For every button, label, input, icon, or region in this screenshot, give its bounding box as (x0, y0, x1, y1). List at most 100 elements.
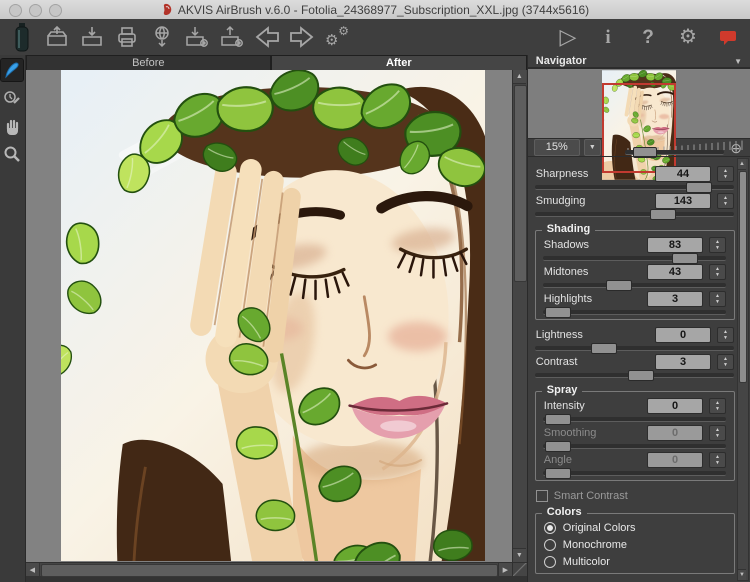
close-window-button[interactable] (9, 4, 22, 17)
smoothing-stepper: ▲▼ (709, 425, 726, 441)
intensity-value-input[interactable]: 0 (647, 398, 703, 414)
feedback-bubble-icon (719, 29, 737, 45)
slider-handle[interactable] (628, 370, 654, 381)
arrow-down-icon: ▼ (739, 572, 745, 578)
scroll-left-button[interactable]: ◀ (26, 563, 40, 576)
angle-slider (543, 471, 726, 476)
zoom-level-combo[interactable]: 15% (534, 139, 580, 156)
smoothing-value-input: 0 (647, 425, 703, 441)
scroll-right-button[interactable]: ▶ (498, 563, 512, 576)
multicolor-radio[interactable] (544, 556, 556, 568)
stepper-up-icon: ▲ (723, 330, 728, 335)
tool-history-brush[interactable] (1, 87, 23, 109)
intensity-stepper[interactable]: ▲▼ (709, 398, 726, 414)
scroll-up-button[interactable]: ▲ (513, 70, 526, 84)
param-label: Intensity (544, 400, 585, 412)
angle-stepper: ▲▼ (709, 452, 726, 468)
help-button[interactable]: ? (634, 23, 662, 51)
highlights-slider[interactable] (543, 310, 726, 315)
sharpness-stepper[interactable]: ▲▼ (717, 166, 734, 182)
minimize-window-button[interactable] (29, 4, 42, 17)
param-highlights: Highlights 3 ▲▼ (542, 290, 728, 317)
lightness-value-input[interactable]: 0 (655, 327, 711, 343)
resize-corner[interactable] (512, 562, 527, 576)
smudging-slider[interactable] (535, 212, 734, 217)
smart-contrast-checkbox[interactable] (536, 490, 548, 502)
smudging-value-input[interactable]: 143 (655, 193, 711, 209)
print-button[interactable] (113, 23, 141, 51)
titlebar[interactable]: AKVIS AirBrush v.6.0 - Fotolia_24368977_… (0, 0, 750, 20)
navigator-collapse-icon[interactable]: ▼ (734, 57, 742, 66)
canvas-row: ▲ ▼ (26, 70, 527, 562)
preferences-button[interactable]: ⚙ (674, 23, 702, 51)
zoom-combo-dropdown[interactable]: ▼ (584, 139, 601, 156)
monochrome-radio[interactable] (544, 539, 556, 551)
contrast-slider[interactable] (535, 373, 734, 378)
export-presets-button[interactable] (218, 23, 246, 51)
vertical-scrollbar[interactable]: ▲ ▼ (512, 70, 527, 562)
hand-icon (3, 117, 21, 135)
import-presets-button[interactable] (183, 23, 211, 51)
slider-handle[interactable] (545, 307, 571, 318)
panel-scrollbar[interactable]: ▲ ▼ (737, 158, 749, 581)
colors-group: Colors Original Colors Monochrome Multic… (535, 513, 735, 574)
app-logo-spray-can-icon (8, 23, 36, 51)
sharpness-slider[interactable] (535, 185, 734, 190)
shadows-value-input[interactable]: 83 (647, 237, 703, 253)
horizontal-scrollbar[interactable]: ◀ ▶ (26, 562, 512, 576)
sharpness-value-input[interactable]: 44 (655, 166, 711, 182)
contrast-stepper[interactable]: ▲▼ (717, 354, 734, 370)
image-canvas[interactable] (26, 70, 512, 562)
highlights-stepper[interactable]: ▲▼ (709, 291, 726, 307)
redo-button[interactable] (288, 23, 316, 51)
zoom-slider[interactable] (625, 140, 725, 156)
window-title-area: AKVIS AirBrush v.6.0 - Fotolia_24368977_… (161, 3, 589, 17)
midtones-value-input[interactable]: 43 (647, 264, 703, 280)
lightness-stepper[interactable]: ▲▼ (717, 327, 734, 343)
feedback-button[interactable] (714, 23, 742, 51)
zoom-slider-track[interactable] (625, 150, 725, 155)
traffic-lights[interactable] (9, 4, 62, 17)
lightness-slider[interactable] (535, 346, 734, 351)
shadows-stepper[interactable]: ▲▼ (709, 237, 726, 253)
stepper-up-icon: ▲ (723, 196, 728, 201)
tab-after[interactable]: After (271, 55, 527, 70)
stepper-up-icon: ▲ (723, 169, 728, 174)
scroll-down-button[interactable]: ▼ (513, 548, 526, 562)
about-button[interactable]: i (594, 23, 622, 51)
info-icon: i (605, 28, 610, 47)
stepper-down-icon: ▼ (723, 202, 728, 207)
open-image-button[interactable] (43, 23, 71, 51)
panel-scroll-up-button[interactable]: ▲ (738, 159, 746, 170)
tool-smart-brush[interactable] (1, 59, 23, 81)
tool-zoom[interactable] (1, 143, 23, 165)
share-web-button[interactable] (148, 23, 176, 51)
contrast-value-input[interactable]: 3 (655, 354, 711, 370)
smudging-stepper[interactable]: ▲▼ (717, 193, 734, 209)
batch-processing-button[interactable]: ⚙ ⚙ (323, 23, 351, 51)
navigator-preview[interactable] (528, 68, 750, 139)
navigator-header[interactable]: Navigator ▼ (528, 55, 750, 68)
shadows-slider[interactable] (543, 256, 726, 261)
zoom-window-button[interactable] (49, 4, 62, 17)
save-image-button[interactable] (78, 23, 106, 51)
original-colors-radio[interactable] (544, 522, 556, 534)
multicolor-label: Multicolor (563, 556, 610, 568)
param-smudging: Smudging 143 ▲▼ (534, 192, 736, 219)
tab-before[interactable]: Before (26, 55, 271, 70)
panel-scroll-down-button[interactable]: ▼ (738, 569, 746, 580)
slider-handle[interactable] (650, 209, 676, 220)
horizontal-scroll-thumb[interactable] (41, 564, 498, 577)
panel-scroll-thumb[interactable] (739, 171, 747, 383)
tool-hand[interactable] (1, 115, 23, 137)
run-button[interactable]: ▷ (554, 23, 582, 51)
midtones-stepper[interactable]: ▲▼ (709, 264, 726, 280)
undo-button[interactable] (253, 23, 281, 51)
midtones-slider[interactable] (543, 283, 726, 288)
magnifier-icon (3, 145, 21, 163)
param-label: Highlights (544, 293, 592, 305)
open-icon (44, 24, 70, 50)
vertical-scroll-thumb[interactable] (514, 85, 527, 282)
intensity-slider[interactable] (543, 417, 726, 422)
highlights-value-input[interactable]: 3 (647, 291, 703, 307)
